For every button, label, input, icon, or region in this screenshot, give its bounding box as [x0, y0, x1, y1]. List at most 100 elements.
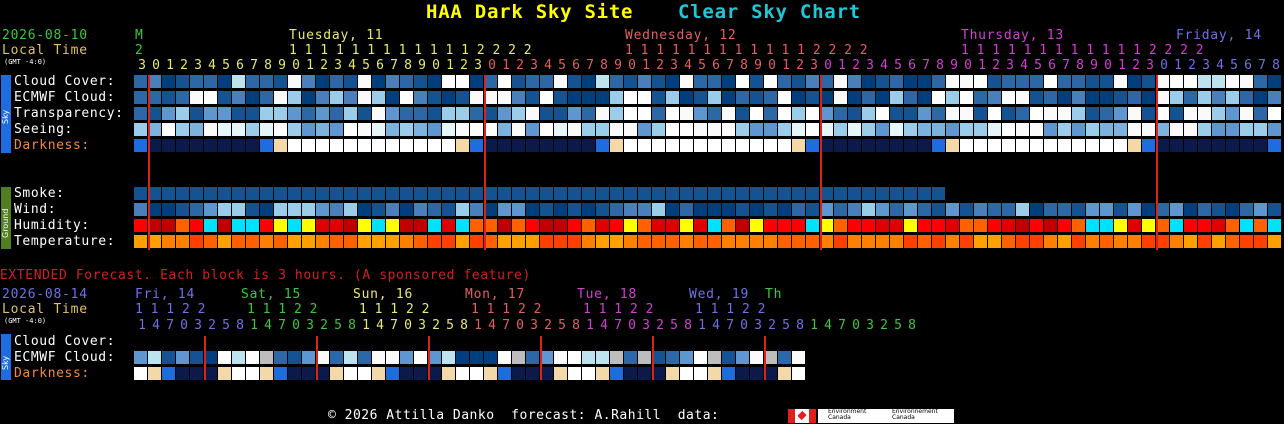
forecast-cell-dark: [890, 139, 903, 152]
ext-cell-ecmwf: [512, 351, 525, 364]
forecast-cell-temp: [442, 235, 455, 248]
forecast-cell-wind: [568, 203, 581, 216]
forecast-cell-seeing: [1184, 123, 1197, 136]
forecast-cell-smoke: [792, 187, 805, 200]
ext-hour-digit: 8: [236, 318, 244, 333]
forecast-cell-seeing: [260, 123, 273, 136]
forecast-cell-smoke: [246, 187, 259, 200]
ext-label-ecmwf-cloud: ECMWF Cloud:: [14, 350, 116, 365]
forecast-cell-temp: [1030, 235, 1043, 248]
hour-tens-thursday: 1 1 1 1 1 1 1 1 1 1 1 1 2 2 2 2: [961, 43, 1204, 58]
forecast-cell-hum: [792, 219, 805, 232]
forecast-cell-hum: [1212, 219, 1225, 232]
forecast-cell-cloud: [1086, 75, 1099, 88]
forecast-cell-seeing: [456, 123, 469, 136]
ext-hour-digit: 7: [502, 318, 510, 333]
ext-hour-digit: 8: [348, 318, 356, 333]
forecast-cell-wind: [918, 203, 931, 216]
forecast-cell-hum: [680, 219, 693, 232]
forecast-cell-temp: [414, 235, 427, 248]
hour-digit: 1: [838, 58, 846, 73]
ext-cell-ecmwf: [344, 351, 357, 364]
ext-hour-digit: 7: [838, 318, 846, 333]
environment-canada-logo[interactable]: Environment Canada Environnement Canada: [818, 409, 954, 423]
forecast-cell-smoke: [190, 187, 203, 200]
forecast-cell-dark: [1212, 139, 1225, 152]
forecast-cell-seeing: [190, 123, 203, 136]
forecast-cell-hum: [708, 219, 721, 232]
forecast-cell-hum: [736, 219, 749, 232]
extended-notice: EXTENDED Forecast. Each block is 3 hours…: [0, 268, 531, 283]
forecast-cell-temp: [736, 235, 749, 248]
forecast-cell-smoke: [134, 187, 147, 200]
ext-cell-ecmwf: [456, 351, 469, 364]
hour-tens-wednesday: 1 1 1 1 1 1 1 1 1 1 1 1 2 2 2 2: [625, 43, 868, 58]
forecast-cell-hum: [372, 219, 385, 232]
forecast-cell-ecmwf: [526, 91, 539, 104]
forecast-cell-trans: [176, 107, 189, 120]
forecast-cell-ecmwf: [596, 91, 609, 104]
forecast-cell-ecmwf: [666, 91, 679, 104]
ext-hour-digit: 0: [180, 318, 188, 333]
day-thursday: Thursday, 13: [961, 28, 1064, 43]
forecast-cell-cloud: [736, 75, 749, 88]
ext-hour-digit: 4: [600, 318, 608, 333]
label-darkness: Darkness:: [14, 138, 90, 153]
forecast-cell-wind: [764, 203, 777, 216]
forecast-cell-ecmwf: [876, 91, 889, 104]
label-seeing: Seeing:: [14, 122, 73, 137]
forecast-cell-smoke: [498, 187, 511, 200]
ground-sidebar-label: Ground: [1, 208, 10, 238]
hour-digit: 5: [894, 58, 902, 73]
ext-hour-digit: 4: [264, 318, 272, 333]
forecast-cell-cloud: [1184, 75, 1197, 88]
ext-cell-ecmwf: [260, 351, 273, 364]
forecast-cell-wind: [750, 203, 763, 216]
ext-cell-dark: [512, 367, 525, 380]
forecast-cell-wind: [638, 203, 651, 216]
ext-hour-digit: 4: [824, 318, 832, 333]
forecast-cell-temp: [162, 235, 175, 248]
forecast-cell-dark: [876, 139, 889, 152]
ext-hour-digit: 8: [796, 318, 804, 333]
forecast-cell-trans: [1016, 107, 1029, 120]
forecast-cell-seeing: [554, 123, 567, 136]
label-wind: Wind:: [14, 202, 57, 217]
hour-digit: 5: [362, 58, 370, 73]
forecast-cell-smoke: [596, 187, 609, 200]
hour-digit: 6: [572, 58, 580, 73]
forecast-cell-cloud: [344, 75, 357, 88]
forecast-cell-ecmwf: [918, 91, 931, 104]
hour-digit: 7: [586, 58, 594, 73]
forecast-cell-trans: [190, 107, 203, 120]
forecast-cell-dark: [1100, 139, 1113, 152]
ext-hour-digit: 0: [740, 318, 748, 333]
hour-digit: 7: [922, 58, 930, 73]
hour-digit: 2: [320, 58, 328, 73]
forecast-date: 2026-08-10: [2, 28, 88, 43]
forecast-cell-smoke: [260, 187, 273, 200]
forecast-cell-ecmwf: [890, 91, 903, 104]
ext-cell-ecmwf: [358, 351, 371, 364]
forecast-cell-trans: [638, 107, 651, 120]
forecast-cell-wind: [442, 203, 455, 216]
forecast-cell-seeing: [1002, 123, 1015, 136]
forecast-cell-smoke: [526, 187, 539, 200]
forecast-cell-temp: [358, 235, 371, 248]
ext-cell-ecmwf: [302, 351, 315, 364]
forecast-cell-ecmwf: [904, 91, 917, 104]
ext-cell-dark: [260, 367, 273, 380]
forecast-cell-trans: [904, 107, 917, 120]
forecast-cell-dark: [288, 139, 301, 152]
forecast-cell-wind: [890, 203, 903, 216]
forecast-cell-cloud: [1016, 75, 1029, 88]
forecast-cell-trans: [792, 107, 805, 120]
forecast-cell-dark: [568, 139, 581, 152]
forecast-cell-temp: [540, 235, 553, 248]
forecast-cell-cloud: [204, 75, 217, 88]
ext-hour-digit: 0: [628, 318, 636, 333]
forecast-cell-cloud: [610, 75, 623, 88]
forecast-cell-temp: [848, 235, 861, 248]
ext-cell-dark: [610, 367, 623, 380]
hour-digit: 7: [250, 58, 258, 73]
